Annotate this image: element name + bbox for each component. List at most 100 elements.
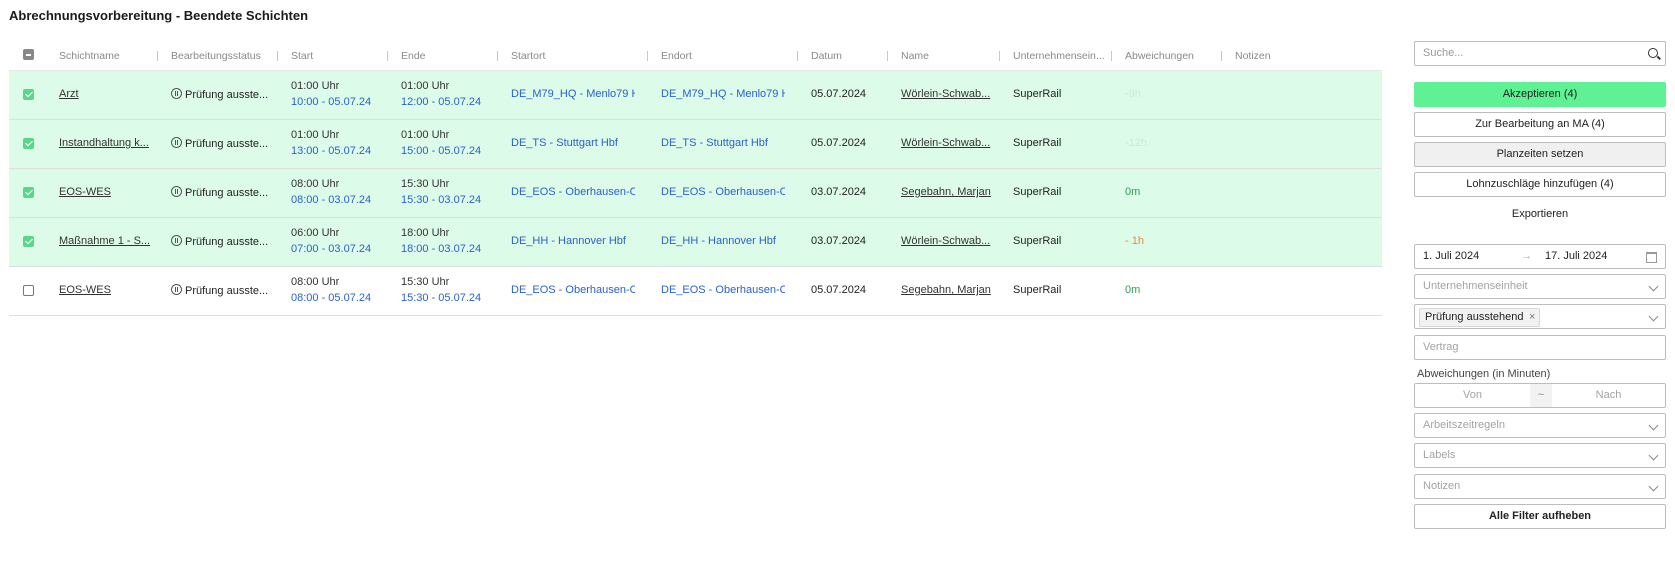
row-checkbox[interactable] (23, 187, 34, 198)
employee-link[interactable]: Segebahn, Marjan (901, 284, 993, 296)
employee-link[interactable]: Wörlein-Schwab... (901, 88, 993, 100)
end-location: DE_EOS - Oberhausen-Ost (661, 284, 785, 296)
employee-link[interactable]: Wörlein-Schwab... (901, 137, 993, 149)
deviation-cell: 0m (1125, 186, 1141, 198)
row-checkbox[interactable] (23, 236, 34, 247)
date-cell: 05.07.2024 (811, 284, 867, 296)
col-schichtname[interactable]: Schichtname (59, 50, 120, 62)
select-all-checkbox[interactable] (23, 49, 34, 60)
deviation-from-input[interactable]: Von (1415, 384, 1530, 407)
unit-cell: SuperRail (1013, 186, 1062, 198)
unit-cell: SuperRail (1013, 137, 1062, 149)
start-location: DE_TS - Stuttgart Hbf (511, 137, 618, 149)
col-separator (497, 51, 498, 61)
col-start[interactable]: Start (291, 50, 313, 62)
date-range-picker[interactable]: 1. Juli 2024 → 17. Juli 2024 (1414, 244, 1666, 269)
start-time: 06:00 Uhr (291, 227, 340, 239)
row-checkbox[interactable] (23, 138, 34, 149)
col-name[interactable]: Name (901, 50, 929, 62)
end-time: 01:00 Uhr (401, 129, 450, 141)
work-rules-select[interactable]: Arbeitszeitregeln (1414, 413, 1666, 438)
work-rules-placeholder: Arbeitszeitregeln (1423, 419, 1505, 431)
col-ende[interactable]: Ende (401, 50, 426, 62)
unit-select[interactable]: Unternehmenseinheit (1414, 274, 1666, 299)
page-title: Abrechnungsvorbereitung - Beendete Schic… (9, 8, 309, 23)
status-select[interactable]: Prüfung ausstehend × (1414, 304, 1666, 329)
set-plan-times-button[interactable]: Planzeiten setzen (1414, 142, 1666, 167)
table-body: Arzt Prüfung ausste... 01:00 Uhr 10:00 -… (9, 71, 1382, 316)
notes-select[interactable]: Notizen (1414, 474, 1666, 499)
date-from[interactable]: 1. Juli 2024 (1423, 250, 1479, 262)
end-location: DE_EOS - Oberhausen-Ost (661, 186, 785, 198)
col-separator (999, 51, 1000, 61)
status-text: Prüfung ausste... (185, 285, 269, 297)
table-row[interactable]: Instandhaltung k... Prüfung ausste... 01… (9, 120, 1382, 169)
col-bearbeitungsstatus[interactable]: Bearbeitungsstatus (171, 50, 261, 62)
table-row[interactable]: Maßnahme 1 - S... Prüfung ausste... 06:0… (9, 218, 1382, 267)
shift-name-link[interactable]: Instandhaltung k... (59, 137, 154, 149)
table-row[interactable]: Arzt Prüfung ausste... 01:00 Uhr 10:00 -… (9, 71, 1382, 120)
pause-icon (171, 186, 182, 197)
accept-button[interactable]: Akzeptieren (4) (1414, 82, 1666, 107)
clear-filters-button[interactable]: Alle Filter aufheben (1414, 504, 1666, 529)
end-location: DE_TS - Stuttgart Hbf (661, 137, 768, 149)
table-row[interactable]: EOS-WES Prüfung ausste... 08:00 Uhr 08:0… (9, 267, 1382, 316)
add-wage-supplements-button[interactable]: Lohnzuschläge hinzufügen (4) (1414, 172, 1666, 197)
employee-link[interactable]: Wörlein-Schwab... (901, 235, 993, 247)
status-text: Prüfung ausste... (185, 89, 269, 101)
unit-cell: SuperRail (1013, 235, 1062, 247)
col-notizen[interactable]: Notizen (1235, 50, 1271, 62)
row-checkbox[interactable] (23, 285, 34, 296)
start-location: DE_EOS - Oberhausen-Ost (511, 284, 635, 296)
table-row[interactable]: EOS-WES Prüfung ausste... 08:00 Uhr 08:0… (9, 169, 1382, 218)
col-startort[interactable]: Startort (511, 50, 545, 62)
pause-icon (171, 284, 182, 295)
pause-icon (171, 235, 182, 246)
col-datum[interactable]: Datum (811, 50, 842, 62)
close-icon[interactable]: × (1529, 309, 1535, 326)
notes-placeholder: Notizen (1423, 480, 1461, 492)
shift-name-link[interactable]: EOS-WES (59, 284, 154, 296)
status-filter-tag: Prüfung ausstehend × (1419, 308, 1541, 327)
shift-name-link[interactable]: Arzt (59, 88, 154, 100)
date-cell: 03.07.2024 (811, 235, 867, 247)
start-time: 01:00 Uhr (291, 129, 340, 141)
col-separator (387, 51, 388, 61)
col-separator (1111, 51, 1112, 61)
deviation-cell: -9h (1125, 88, 1141, 100)
range-separator: ~ (1530, 384, 1552, 407)
col-separator (157, 51, 158, 61)
status-cell: Prüfung ausste... (171, 88, 276, 101)
col-abweichungen[interactable]: Abweichungen (1125, 50, 1194, 62)
col-unternehmenseinheit[interactable]: Unternehmensein... (1013, 50, 1105, 62)
send-to-ma-button[interactable]: Zur Bearbeitung an MA (4) (1414, 112, 1666, 137)
chevron-down-icon (1648, 281, 1659, 292)
end-time: 18:00 Uhr (401, 227, 450, 239)
contract-input[interactable]: Vertrag (1414, 335, 1666, 360)
shift-name-link[interactable]: Maßnahme 1 - S... (59, 235, 154, 247)
start-plan: 08:00 - 03.07.24 (291, 194, 372, 206)
unit-cell: SuperRail (1013, 284, 1062, 296)
col-endort[interactable]: Endort (661, 50, 692, 62)
row-checkbox[interactable] (23, 89, 34, 100)
labels-placeholder: Labels (1423, 449, 1456, 461)
start-plan: 10:00 - 05.07.24 (291, 96, 372, 108)
status-cell: Prüfung ausste... (171, 186, 276, 199)
end-plan: 15:30 - 05.07.24 (401, 292, 482, 304)
employee-link[interactable]: Segebahn, Marjan (901, 186, 993, 198)
search-input[interactable]: Suche... (1414, 41, 1666, 66)
export-button[interactable]: Exportieren (1414, 208, 1666, 220)
shift-name-link[interactable]: EOS-WES (59, 186, 154, 198)
search-icon[interactable] (1648, 48, 1658, 58)
col-separator (887, 51, 888, 61)
status-text: Prüfung ausste... (185, 187, 269, 199)
status-text: Prüfung ausste... (185, 236, 269, 248)
deviation-cell: - 1h (1125, 235, 1144, 247)
status-cell: Prüfung ausste... (171, 137, 276, 150)
calendar-icon (1646, 252, 1657, 263)
col-separator (1221, 51, 1222, 61)
date-cell: 05.07.2024 (811, 137, 867, 149)
labels-select[interactable]: Labels (1414, 443, 1666, 468)
deviation-to-input[interactable]: Nach (1552, 384, 1665, 407)
date-to[interactable]: 17. Juli 2024 (1545, 245, 1607, 268)
